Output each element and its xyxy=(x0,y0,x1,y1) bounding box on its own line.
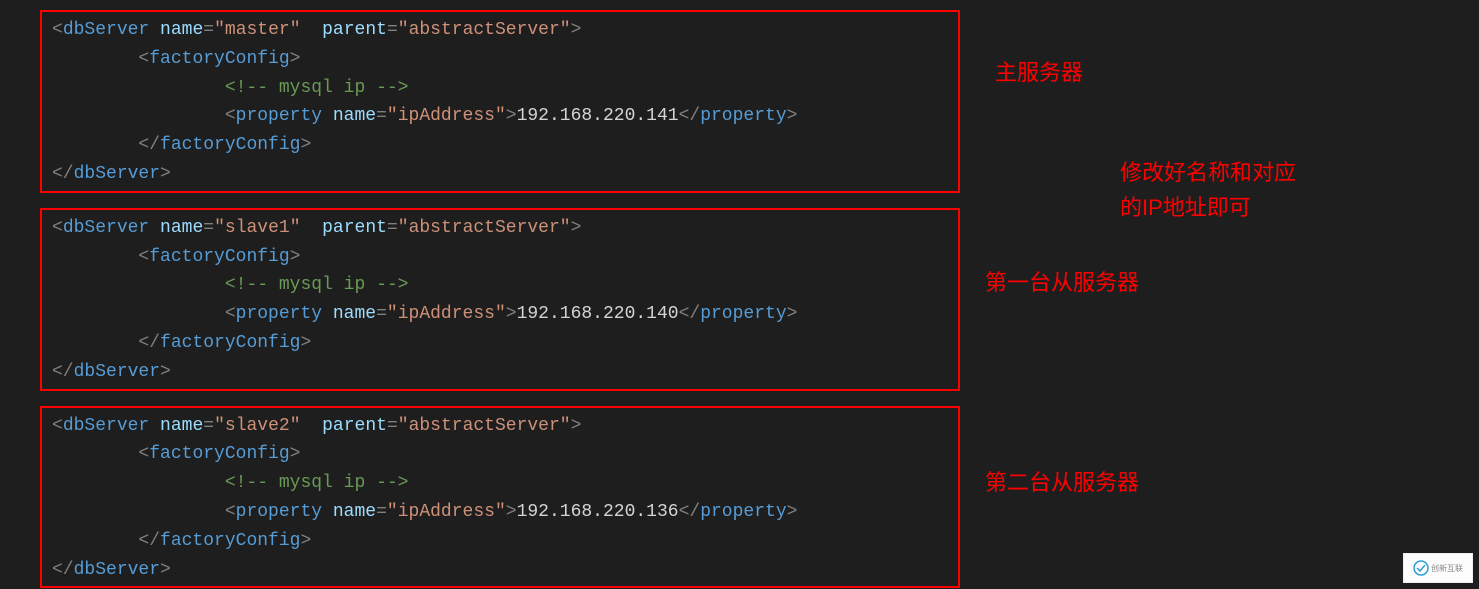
tag-factoryconfig: factoryConfig xyxy=(149,444,289,464)
main-area: <dbServer name="master" parent="abstract… xyxy=(0,0,1479,589)
name-val: slave1 xyxy=(225,218,290,238)
attr-parent: parent xyxy=(322,416,387,436)
tag-factoryconfig-close: factoryConfig xyxy=(160,333,300,353)
annotation-slave1: 第一台从服务器 xyxy=(985,265,1139,297)
parent-val: abstractServer xyxy=(409,20,560,40)
name-val: slave2 xyxy=(225,416,290,436)
tag-property: property xyxy=(236,502,322,522)
attr-name: name xyxy=(160,20,203,40)
tag-factoryconfig: factoryConfig xyxy=(149,247,289,267)
prop-attr-val: ipAddress xyxy=(398,502,495,522)
tag-dbserver: dbServer xyxy=(63,20,149,40)
ip-address: 192.168.220.140 xyxy=(517,304,679,324)
tag-dbserver-close: dbServer xyxy=(74,560,160,580)
watermark-text: 创新互联 xyxy=(1431,563,1463,574)
attr-name: name xyxy=(160,218,203,238)
tag-factoryconfig-close: factoryConfig xyxy=(160,135,300,155)
ip-address: 192.168.220.141 xyxy=(517,106,679,126)
attr-name: name xyxy=(333,304,376,324)
attr-parent: parent xyxy=(322,218,387,238)
prop-attr-val: ipAddress xyxy=(398,304,495,324)
attr-name: name xyxy=(333,106,376,126)
tag-property-close: property xyxy=(700,502,786,522)
annotation-slave2: 第二台从服务器 xyxy=(985,465,1139,497)
comment: <!-- mysql ip --> xyxy=(225,78,409,98)
code-block-slave1: <dbServer name="slave1" parent="abstract… xyxy=(40,208,960,391)
name-val: master xyxy=(225,20,290,40)
prop-attr-val: ipAddress xyxy=(398,106,495,126)
attr-parent: parent xyxy=(322,20,387,40)
tag-property-close: property xyxy=(700,106,786,126)
watermark-logo: 创新互联 xyxy=(1403,553,1473,583)
tag-property: property xyxy=(236,304,322,324)
attr-name: name xyxy=(333,502,376,522)
comment: <!-- mysql ip --> xyxy=(225,275,409,295)
logo-icon xyxy=(1413,560,1429,576)
code-block-master: <dbServer name="master" parent="abstract… xyxy=(40,10,960,193)
comment: <!-- mysql ip --> xyxy=(225,473,409,493)
tag-dbserver: dbServer xyxy=(63,416,149,436)
parent-val: abstractServer xyxy=(409,218,560,238)
code-block-slave2: <dbServer name="slave2" parent="abstract… xyxy=(40,406,960,589)
attr-name: name xyxy=(160,416,203,436)
tag-dbserver: dbServer xyxy=(63,218,149,238)
tag-factoryconfig: factoryConfig xyxy=(149,49,289,69)
annotation-side-note: 修改好名称和对应的IP地址即可 xyxy=(1120,155,1300,225)
tag-property: property xyxy=(236,106,322,126)
tag-dbserver-close: dbServer xyxy=(74,362,160,382)
annotation-master: 主服务器 xyxy=(995,55,1083,87)
ip-address: 192.168.220.136 xyxy=(517,502,679,522)
tag-factoryconfig-close: factoryConfig xyxy=(160,531,300,551)
parent-val: abstractServer xyxy=(409,416,560,436)
tag-dbserver-close: dbServer xyxy=(74,164,160,184)
tag-property-close: property xyxy=(700,304,786,324)
